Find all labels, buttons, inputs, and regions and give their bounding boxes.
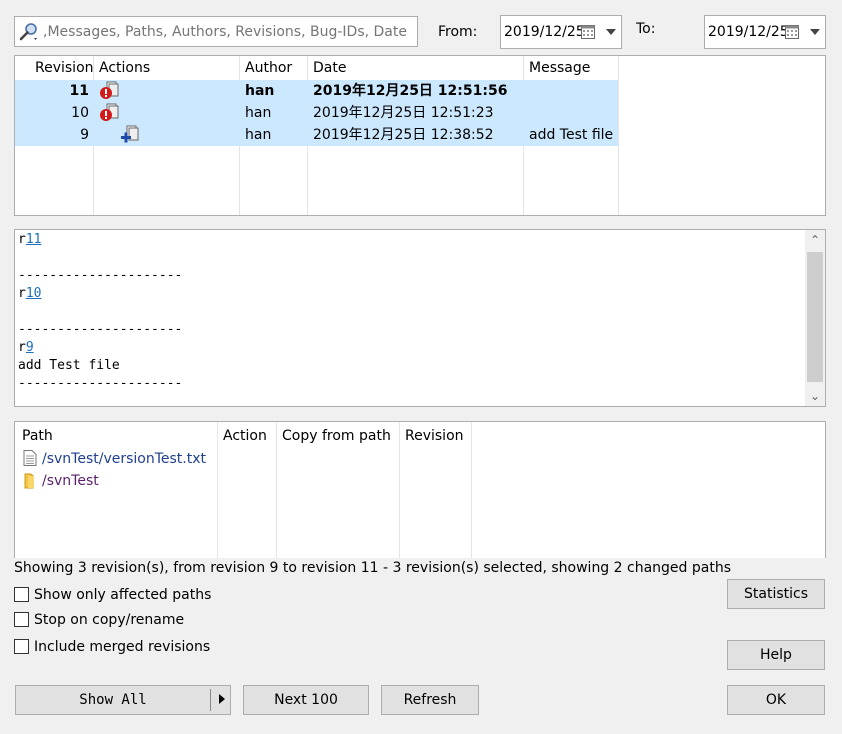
- scroll-down-icon[interactable]: ⌄: [805, 386, 825, 406]
- column-header-revision[interactable]: Revision: [405, 428, 464, 444]
- revision-number: 9: [80, 127, 89, 143]
- show-affected-paths-checkbox[interactable]: [14, 587, 29, 602]
- chevron-down-icon[interactable]: [606, 29, 616, 35]
- column-header-date[interactable]: Date: [313, 60, 346, 76]
- column-header-copy-from-path[interactable]: Copy from path: [282, 428, 391, 444]
- search-box[interactable]: [14, 16, 418, 47]
- column-header-author[interactable]: Author: [245, 60, 292, 76]
- message-cell: add Test file: [529, 127, 614, 143]
- from-date-picker[interactable]: 2019/12/25: [500, 15, 622, 49]
- next-100-button[interactable]: Next 100: [243, 685, 369, 715]
- author-cell: han: [245, 105, 272, 121]
- from-date-value: 2019/12/25: [504, 24, 585, 40]
- ok-button[interactable]: OK: [727, 685, 825, 715]
- changed-paths-list[interactable]: Path Action Copy from path Revision /svn…: [14, 421, 826, 558]
- table-row[interactable]: 11 han 2019年12月25日 12:51:56: [15, 80, 618, 102]
- revision-link[interactable]: 10: [26, 286, 42, 301]
- revision-list[interactable]: Revision Actions Author Date Message 11 …: [14, 55, 826, 216]
- split-divider: [210, 689, 211, 711]
- scroll-up-icon[interactable]: ⌃: [805, 230, 825, 250]
- column-header-message[interactable]: Message: [529, 60, 590, 76]
- table-row[interactable]: 10 han 2019年12月25日 12:51:23: [15, 102, 618, 124]
- stop-on-copy-checkbox[interactable]: [14, 612, 29, 627]
- revision-link[interactable]: 9: [26, 340, 34, 355]
- column-header-path[interactable]: Path: [22, 428, 53, 444]
- show-all-split-button[interactable]: Show All: [15, 685, 231, 715]
- path-cell: /svnTest/versionTest.txt: [42, 451, 207, 467]
- added-icon: [121, 125, 139, 143]
- folder-icon: [24, 473, 34, 489]
- author-cell: han: [245, 83, 275, 99]
- modified-error-icon: [100, 81, 119, 99]
- log-message-text: r11 --------------------- r10 ----------…: [18, 232, 183, 391]
- show-all-button[interactable]: Show All: [16, 686, 210, 714]
- search-icon[interactable]: [19, 22, 39, 42]
- date-cell: 2019年12月25日 12:38:52: [313, 127, 494, 143]
- to-date-picker[interactable]: 2019/12/25: [704, 15, 826, 49]
- status-text: Showing 3 revision(s), from revision 9 t…: [14, 560, 731, 576]
- revision-link[interactable]: 11: [26, 232, 42, 247]
- calendar-icon: [785, 25, 799, 39]
- search-input[interactable]: [43, 20, 409, 43]
- revision-number: 11: [69, 83, 89, 99]
- log-message-panel[interactable]: r11 --------------------- r10 ----------…: [14, 229, 826, 407]
- to-label: To:: [636, 21, 656, 37]
- table-row[interactable]: 9 han 2019年12月25日 12:38:52 add Test file: [15, 124, 618, 146]
- from-label: From:: [438, 24, 478, 40]
- scrollbar-thumb[interactable]: [807, 252, 823, 382]
- statistics-button[interactable]: Statistics: [727, 579, 825, 609]
- refresh-button[interactable]: Refresh: [381, 685, 479, 715]
- revision-number: 10: [71, 105, 89, 121]
- date-cell: 2019年12月25日 12:51:56: [313, 83, 508, 99]
- dropdown-arrow-icon[interactable]: [219, 694, 225, 704]
- column-header-revision[interactable]: Revision: [35, 60, 94, 76]
- date-cell: 2019年12月25日 12:51:23: [313, 105, 494, 121]
- column-header-action[interactable]: Action: [223, 428, 267, 444]
- help-button[interactable]: Help: [727, 640, 825, 670]
- author-cell: han: [245, 127, 272, 143]
- to-date-value: 2019/12/25: [708, 24, 789, 40]
- include-merged-checkbox[interactable]: [14, 639, 29, 654]
- calendar-icon: [581, 25, 595, 39]
- stop-on-copy-label: Stop on copy/rename: [34, 612, 185, 628]
- chevron-down-icon[interactable]: [810, 29, 820, 35]
- vertical-scrollbar[interactable]: ⌃ ⌄: [805, 230, 825, 406]
- show-affected-paths-label: Show only affected paths: [34, 587, 212, 603]
- column-header-actions[interactable]: Actions: [99, 60, 150, 76]
- path-cell: /svnTest: [42, 473, 99, 489]
- modified-error-icon: [100, 103, 119, 121]
- file-icon: [23, 450, 37, 466]
- include-merged-label: Include merged revisions: [34, 639, 211, 655]
